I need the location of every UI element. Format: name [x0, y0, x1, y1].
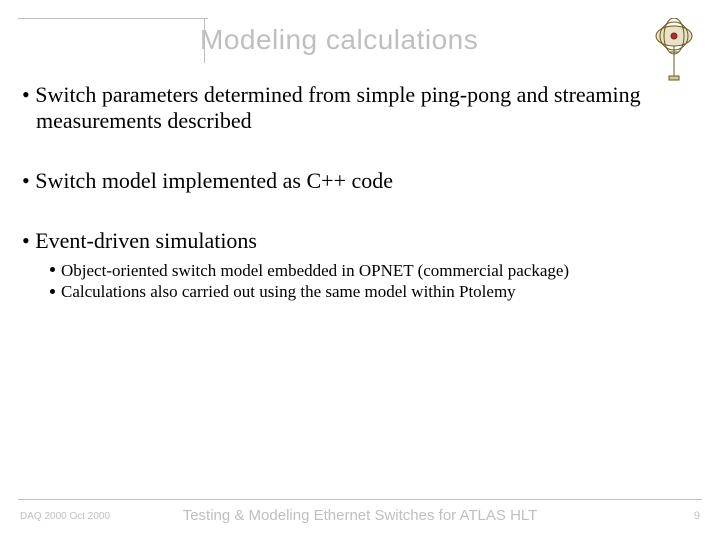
bullet-1-text: Switch parameters determined from simple…: [35, 82, 640, 133]
title-rule-top: [18, 18, 208, 19]
bullet-dot-icon: [50, 289, 55, 294]
bullet-3-text: Event-driven simulations: [35, 228, 257, 253]
bullet-2: Switch model implemented as C++ code: [22, 168, 662, 194]
sub-bullet-2-text: Calculations also carried out using the …: [61, 282, 516, 301]
bullet-1: Switch parameters determined from simple…: [22, 82, 662, 134]
bullet-3: Event-driven simulations: [22, 228, 662, 254]
atlas-detector-icon: [652, 18, 696, 82]
page-number: 9: [694, 510, 700, 522]
footer-rule: [18, 499, 702, 500]
slide-body: Switch parameters determined from simple…: [22, 82, 662, 302]
bullet-dot-icon: [50, 267, 55, 272]
sub-bullet-1: Object-oriented switch model embedded in…: [50, 260, 662, 281]
footer-center: Testing & Modeling Ethernet Switches for…: [0, 507, 720, 524]
bullet-2-text: Switch model implemented as C++ code: [35, 168, 393, 193]
sub-bullet-2: Calculations also carried out using the …: [50, 281, 662, 302]
sub-bullet-1-text: Object-oriented switch model embedded in…: [61, 261, 569, 280]
slide: Modeling calculations Switch parameters …: [0, 0, 720, 540]
slide-title: Modeling calculations: [200, 24, 478, 56]
bullet-3-sublist: Object-oriented switch model embedded in…: [50, 260, 662, 303]
